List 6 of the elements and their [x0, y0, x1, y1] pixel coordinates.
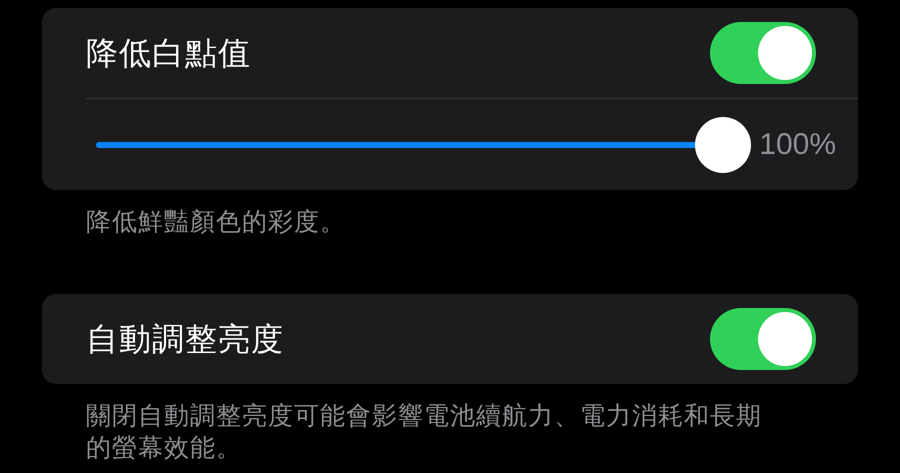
setting-label: 自動調整亮度	[86, 320, 284, 359]
footer-description: 關閉自動調整亮度可能會影響電池續航力、電力消耗和長期的螢幕效能。	[86, 401, 763, 464]
setting-label: 降低白點值	[86, 34, 251, 73]
slider-value: 100%	[759, 127, 836, 163]
footer-description: 降低鮮豔顏色的彩度。	[86, 207, 347, 238]
slider[interactable]	[96, 116, 752, 172]
